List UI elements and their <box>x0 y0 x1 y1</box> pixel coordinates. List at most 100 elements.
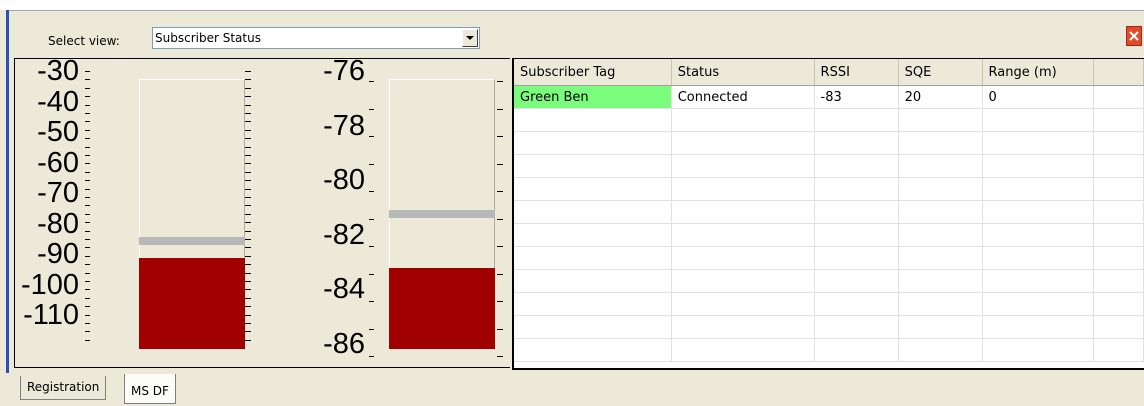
chevron-down-icon <box>466 36 474 40</box>
meter-tick-right <box>245 87 251 89</box>
meter-scale-label: -60 <box>37 146 79 179</box>
empty-cell <box>814 269 899 293</box>
meter-scale-label: -76 <box>323 55 365 87</box>
empty-cell <box>671 315 815 339</box>
empty-cell <box>898 177 983 201</box>
meter-tick-left <box>85 255 90 257</box>
empty-cell <box>1093 246 1144 270</box>
empty-cell <box>1093 108 1144 132</box>
meter-tick-left <box>85 205 90 207</box>
meter-tick-left <box>85 230 90 232</box>
meter-scale-label: -40 <box>37 85 79 118</box>
empty-cell <box>982 131 1094 155</box>
meter-tick-right <box>245 339 251 341</box>
meter-tick-right <box>245 121 251 123</box>
column-header-range[interactable]: Range (m) <box>982 59 1094 86</box>
column-header-subscriber-tag[interactable]: Subscriber Tag <box>514 59 672 86</box>
table-row-empty <box>514 338 1144 362</box>
meter-tick-left <box>85 180 90 182</box>
empty-cell <box>514 223 672 247</box>
cell-range[interactable]: 0 <box>982 85 1094 109</box>
column-header-status[interactable]: Status <box>671 59 815 86</box>
tab-ms-df[interactable]: MS DF <box>124 374 176 404</box>
meter-level-fill <box>389 268 495 349</box>
meter-tick-right <box>245 79 251 81</box>
meter-tick-right <box>245 255 251 257</box>
meter-tick-left <box>85 79 90 81</box>
meter-tick-right <box>497 356 503 357</box>
empty-cell <box>514 131 672 155</box>
subscriber-table-container: Subscriber Tag Status RSSI SQE Range (m)… <box>512 58 1144 370</box>
empty-cell <box>814 154 899 178</box>
empty-cell <box>1093 177 1144 201</box>
select-view-label: Select view: <box>48 34 120 48</box>
meter-tick-right <box>245 129 251 131</box>
meter-tick-left <box>85 213 90 215</box>
meter-tick-right <box>497 108 503 110</box>
meter-tick-right <box>245 138 251 140</box>
cell-sqe[interactable]: 20 <box>898 85 983 109</box>
meter-tick-left <box>85 71 90 72</box>
meter-tick-left <box>85 146 90 148</box>
meter-tick-right <box>245 239 251 240</box>
meter-scale-label: -82 <box>323 218 365 251</box>
meter-tick-left <box>85 331 90 333</box>
empty-cell <box>671 246 815 270</box>
empty-cell <box>1093 154 1144 178</box>
cell-rssi[interactable]: -83 <box>814 85 899 109</box>
meter-level-fill <box>139 257 245 349</box>
meter-tick-right <box>245 323 251 324</box>
meter-tick-left <box>85 306 90 308</box>
empty-cell <box>898 292 983 316</box>
meter-tick-right <box>245 297 251 299</box>
empty-cell <box>814 200 899 224</box>
meter-tick-right <box>245 222 251 224</box>
meter-tick-right <box>245 155 251 156</box>
view-select-dropdown[interactable]: Subscriber Status <box>152 27 480 49</box>
meter-tick-left <box>369 328 374 330</box>
table-row-empty <box>514 223 1144 247</box>
cell-subscriber-tag[interactable]: Green Ben <box>514 85 672 109</box>
meter-tick-right <box>245 188 251 190</box>
table-row[interactable]: Green Ben Connected -83 20 0 <box>514 85 1144 109</box>
empty-cell <box>671 177 815 201</box>
tab-registration[interactable]: Registration <box>20 376 107 400</box>
meter-reference-marker <box>389 210 495 218</box>
empty-cell <box>1093 315 1144 339</box>
empty-cell <box>1093 292 1144 316</box>
empty-cell <box>514 246 672 270</box>
empty-cell <box>671 108 815 132</box>
window-top-strip <box>0 0 1144 10</box>
meter-tick-right <box>497 246 503 247</box>
empty-cell <box>814 177 899 201</box>
meter-tick-right <box>245 272 251 274</box>
meter-tick-left <box>369 301 374 302</box>
meter-tick-left <box>369 108 374 110</box>
cell-status[interactable]: Connected <box>671 85 815 109</box>
window-left-accent <box>6 10 9 377</box>
meter-tick-left <box>85 281 90 282</box>
close-button[interactable] <box>1126 26 1142 46</box>
meter-tick-left <box>85 188 90 190</box>
column-header-sqe[interactable]: SQE <box>898 59 983 86</box>
empty-cell <box>982 338 1094 362</box>
meter-tick-right <box>497 136 503 137</box>
dropdown-arrow-button[interactable] <box>462 29 478 47</box>
empty-cell <box>514 315 672 339</box>
empty-cell <box>982 246 1094 270</box>
table-row-empty <box>514 246 1144 270</box>
meter-tick-right <box>245 96 251 98</box>
meter-tick-right <box>245 314 251 316</box>
table-row-empty <box>514 154 1144 178</box>
meter-tick-left <box>85 272 90 274</box>
empty-cell <box>1093 223 1144 247</box>
empty-cell <box>514 200 672 224</box>
column-header-rssi[interactable]: RSSI <box>814 59 899 86</box>
meter-scale-label: -100 <box>20 268 79 301</box>
meter-tick-right <box>497 273 503 275</box>
table-row-empty <box>514 292 1144 316</box>
meter-scale-label: -90 <box>37 238 79 270</box>
meter-tick-left <box>85 138 90 140</box>
meter-tick-left <box>85 339 90 341</box>
empty-cell <box>671 269 815 293</box>
